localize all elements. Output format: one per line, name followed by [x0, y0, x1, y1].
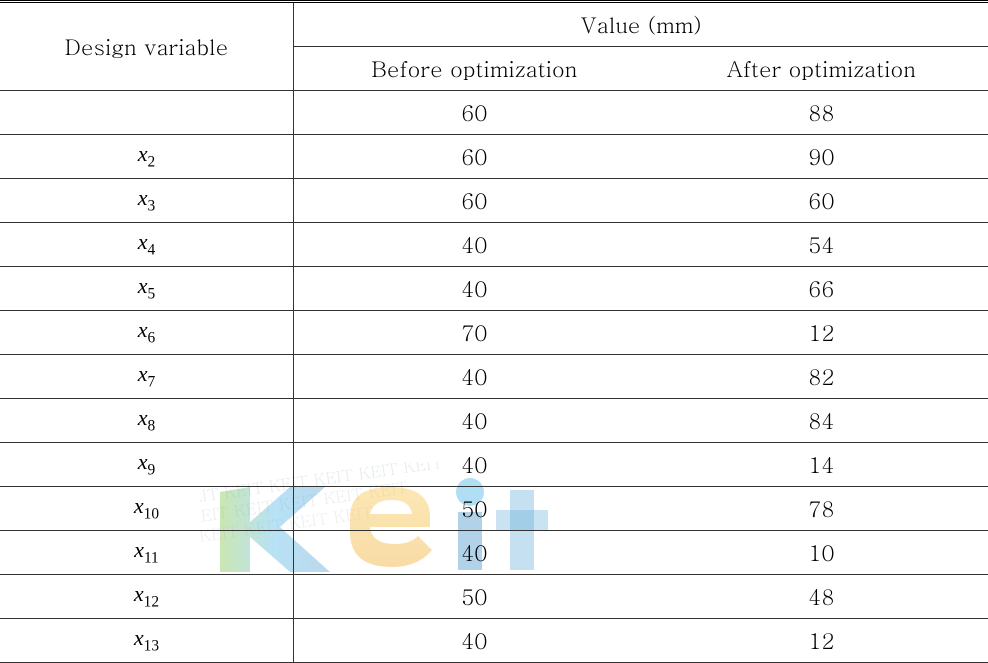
before-cell: 40	[293, 619, 654, 663]
after-cell: 12	[655, 311, 988, 355]
variable-cell: x11	[0, 531, 293, 575]
variable-base: x	[138, 361, 148, 386]
table-row: x84084	[0, 399, 988, 443]
before-cell: 40	[293, 443, 654, 487]
variable-cell: x8	[0, 399, 293, 443]
variable-base: x	[138, 273, 148, 298]
table-body: 6088x26090x36060x44054x54066x67012x74082…	[0, 91, 988, 663]
after-cell: 66	[655, 267, 988, 311]
after-cell: 14	[655, 443, 988, 487]
variable-base: x	[138, 405, 148, 430]
before-cell: 40	[293, 399, 654, 443]
before-cell: 50	[293, 575, 654, 619]
variable-base: x	[134, 493, 144, 518]
after-cell: 54	[655, 223, 988, 267]
variable-base: x	[138, 141, 148, 166]
before-cell: 40	[293, 223, 654, 267]
variable-cell: x6	[0, 311, 293, 355]
table-row: x54066	[0, 267, 988, 311]
variable-base: x	[134, 537, 144, 562]
before-cell: 70	[293, 311, 654, 355]
variable-subscript: 6	[148, 330, 156, 347]
variable-base: x	[138, 229, 148, 254]
variable-subscript: 2	[148, 154, 156, 171]
header-value: Value (mm)	[293, 2, 988, 47]
table-row: x114010	[0, 531, 988, 575]
table-row: x26090	[0, 135, 988, 179]
table-row: x74082	[0, 355, 988, 399]
variable-base: x	[138, 317, 148, 342]
table-row: x94014	[0, 443, 988, 487]
before-cell: 40	[293, 355, 654, 399]
variable-subscript: 4	[148, 242, 156, 259]
variable-base: x	[134, 625, 144, 650]
variable-subscript: 11	[144, 550, 159, 567]
before-cell: 50	[293, 487, 654, 531]
variable-subscript: 13	[144, 638, 159, 655]
variable-subscript: 5	[148, 286, 156, 303]
after-cell: 84	[655, 399, 988, 443]
before-cell: 60	[293, 179, 654, 223]
table-row: x67012	[0, 311, 988, 355]
after-cell: 10	[655, 531, 988, 575]
variable-cell: x10	[0, 487, 293, 531]
variable-subscript: 8	[148, 418, 156, 435]
after-cell: 90	[655, 135, 988, 179]
table-row: x44054	[0, 223, 988, 267]
table-row: x36060	[0, 179, 988, 223]
after-cell: 48	[655, 575, 988, 619]
after-cell: 82	[655, 355, 988, 399]
variable-subscript: 9	[148, 462, 156, 479]
optimization-values-table: Design variable Value (mm) Before optimi…	[0, 0, 988, 663]
before-cell: 60	[293, 135, 654, 179]
variable-base: x	[134, 581, 144, 606]
variable-subscript: 7	[148, 374, 156, 391]
after-cell: 78	[655, 487, 988, 531]
variable-subscript: 12	[144, 594, 159, 611]
variable-subscript: 3	[148, 198, 156, 215]
variable-cell: x12	[0, 575, 293, 619]
header-design-variable: Design variable	[0, 2, 293, 91]
after-cell: 88	[655, 91, 988, 135]
variable-base: x	[138, 185, 148, 210]
table-row: x105078	[0, 487, 988, 531]
header-after: After optimization	[655, 47, 988, 91]
table-row: x125048	[0, 575, 988, 619]
variable-cell	[0, 91, 293, 135]
header-before: Before optimization	[293, 47, 654, 91]
variable-cell: x7	[0, 355, 293, 399]
variable-subscript: 10	[144, 506, 159, 523]
variable-cell: x13	[0, 619, 293, 663]
after-cell: 60	[655, 179, 988, 223]
variable-cell: x9	[0, 443, 293, 487]
before-cell: 40	[293, 531, 654, 575]
before-cell: 40	[293, 267, 654, 311]
variable-cell: x5	[0, 267, 293, 311]
variable-base: x	[138, 449, 148, 474]
variable-cell: x2	[0, 135, 293, 179]
variable-cell: x3	[0, 179, 293, 223]
before-cell: 60	[293, 91, 654, 135]
after-cell: 12	[655, 619, 988, 663]
table-row: 6088	[0, 91, 988, 135]
table-row: x134012	[0, 619, 988, 663]
variable-cell: x4	[0, 223, 293, 267]
